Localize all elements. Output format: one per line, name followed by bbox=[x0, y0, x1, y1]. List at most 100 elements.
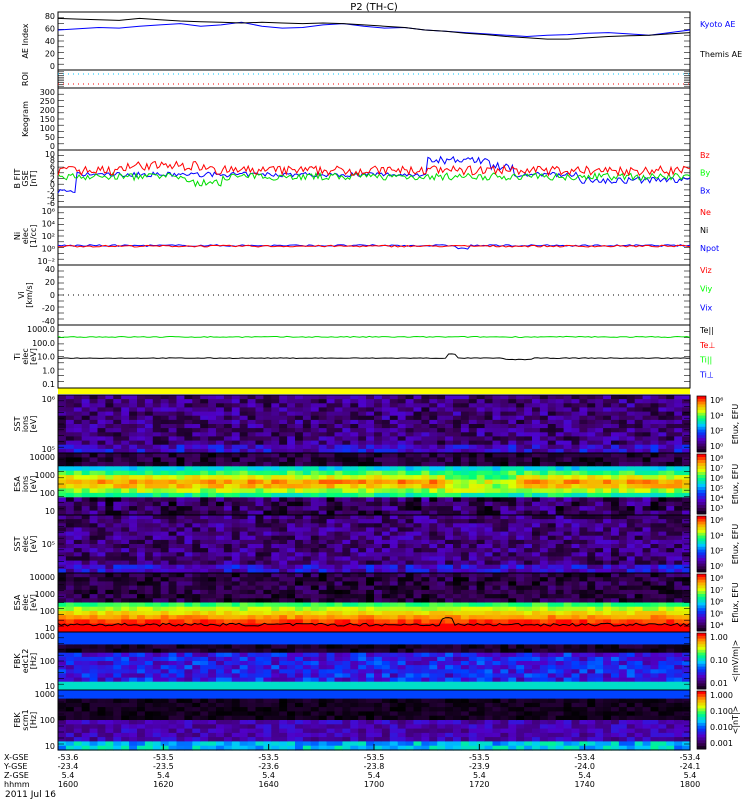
spectrogram-cell bbox=[508, 502, 517, 507]
spectrogram-cell bbox=[579, 556, 588, 561]
spectrogram-cell bbox=[579, 471, 588, 476]
spectrogram-cell bbox=[500, 590, 509, 595]
spectrogram-cell bbox=[437, 475, 446, 480]
spectrogram-cell bbox=[587, 598, 596, 603]
spectrogram-cell bbox=[319, 462, 328, 467]
spectrogram-cell bbox=[295, 598, 304, 603]
spectrogram-cell bbox=[532, 403, 541, 408]
spectrogram-cell bbox=[651, 395, 660, 400]
spectrogram-cell bbox=[461, 536, 470, 541]
spectrogram-cell bbox=[635, 573, 644, 578]
spectrogram-cell bbox=[682, 603, 691, 608]
spectrogram-cell bbox=[137, 619, 146, 624]
spectrogram-cell bbox=[619, 619, 628, 624]
spectrogram-cell bbox=[121, 594, 130, 599]
spectrogram-cell bbox=[635, 523, 644, 528]
spectrogram-cell bbox=[674, 523, 683, 528]
spectrogram-cell bbox=[556, 594, 565, 599]
spectrogram-cell bbox=[358, 519, 367, 524]
spectrogram-cell bbox=[295, 395, 304, 400]
spectrogram-cell bbox=[105, 548, 114, 553]
spectrogram-cell bbox=[335, 424, 344, 429]
spectrogram-cell bbox=[98, 506, 107, 511]
spectrogram-cell bbox=[105, 615, 114, 620]
spectrogram-cell bbox=[445, 536, 454, 541]
spectrogram-cell bbox=[398, 611, 407, 616]
spectrogram-cell bbox=[666, 556, 675, 561]
spectrogram-cell bbox=[295, 480, 304, 485]
spectrogram-cell bbox=[232, 436, 241, 441]
spectrogram-cell bbox=[485, 556, 494, 561]
spectrogram-cell bbox=[113, 544, 122, 549]
spectrogram-cell bbox=[366, 395, 375, 400]
spectrogram-cell bbox=[508, 471, 517, 476]
spectrogram-cell bbox=[161, 519, 170, 524]
spectrogram-cell bbox=[390, 445, 399, 450]
spectrogram-cell bbox=[177, 432, 186, 437]
spectrogram-cell bbox=[643, 540, 652, 545]
spectrogram-cell bbox=[611, 497, 620, 502]
spectrogram-cell bbox=[145, 403, 154, 408]
spectrogram-cell bbox=[508, 523, 517, 528]
spectrogram-cell bbox=[248, 619, 257, 624]
spectrogram-cell bbox=[153, 441, 162, 446]
spectrogram-cell bbox=[216, 484, 225, 489]
spectrogram-cell bbox=[358, 540, 367, 545]
spectrogram-cell bbox=[437, 603, 446, 608]
spectrogram-cell bbox=[611, 573, 620, 578]
spectrogram-cell bbox=[240, 577, 249, 582]
spectrogram-cell bbox=[516, 598, 525, 603]
spectrogram-cell bbox=[137, 416, 146, 421]
spectrogram-cell bbox=[453, 480, 462, 485]
spectrogram-cell bbox=[579, 395, 588, 400]
spectrogram-cell bbox=[548, 399, 557, 404]
spectrogram-cell bbox=[682, 515, 691, 520]
spectrogram-cell bbox=[421, 432, 430, 437]
spectrogram-cell bbox=[248, 453, 257, 458]
spectrogram-cell bbox=[595, 403, 604, 408]
spectrogram-cell bbox=[421, 565, 430, 570]
spectrogram-cell bbox=[674, 573, 683, 578]
spectrogram-cell bbox=[461, 445, 470, 450]
spectrogram-cell bbox=[674, 445, 683, 450]
spectrogram-cell bbox=[461, 556, 470, 561]
spectrogram-cell bbox=[350, 428, 359, 433]
spectrogram-cell bbox=[208, 506, 217, 511]
y-tick-label: 1.0 bbox=[42, 366, 55, 375]
spectrogram-cell bbox=[98, 636, 107, 641]
spectrogram-cell bbox=[587, 548, 596, 553]
spectrogram-cell bbox=[248, 556, 257, 561]
spectrogram-cell bbox=[516, 607, 525, 612]
spectrogram-cell bbox=[635, 607, 644, 612]
spectrogram-cell bbox=[635, 515, 644, 520]
spectrogram-cell bbox=[572, 475, 581, 480]
spectrogram-cell bbox=[177, 577, 186, 582]
spectrogram-cell bbox=[295, 561, 304, 566]
spectrogram-cell bbox=[342, 548, 351, 553]
spectrogram-cell bbox=[485, 561, 494, 566]
spectrogram-cell bbox=[414, 436, 423, 441]
spectrogram-cell bbox=[224, 548, 233, 553]
spectrogram-cell bbox=[658, 527, 667, 532]
spectrogram-cell bbox=[350, 445, 359, 450]
spectrogram-cell bbox=[153, 502, 162, 507]
spectrogram-cell bbox=[651, 586, 660, 591]
spectrogram-cell bbox=[311, 502, 320, 507]
spectrogram-cell bbox=[493, 565, 502, 570]
spectrogram-cell bbox=[58, 552, 67, 557]
spectrogram-cell bbox=[121, 462, 130, 467]
spectrogram-cell bbox=[382, 502, 391, 507]
spectrogram-cell bbox=[508, 416, 517, 421]
spectrogram-cell bbox=[666, 519, 675, 524]
spectrogram-cell bbox=[263, 412, 272, 417]
spectrogram-cell bbox=[177, 548, 186, 553]
spectrogram-cell bbox=[429, 519, 438, 524]
spectrogram-cell bbox=[382, 532, 391, 537]
spectrogram-cell bbox=[358, 577, 367, 582]
spectrogram-cell bbox=[82, 636, 91, 641]
spectrogram-cell bbox=[508, 399, 517, 404]
spectrogram-cell bbox=[216, 573, 225, 578]
spectrogram-cell bbox=[129, 412, 138, 417]
spectrogram-cell bbox=[153, 603, 162, 608]
spectrogram-cell bbox=[572, 416, 581, 421]
